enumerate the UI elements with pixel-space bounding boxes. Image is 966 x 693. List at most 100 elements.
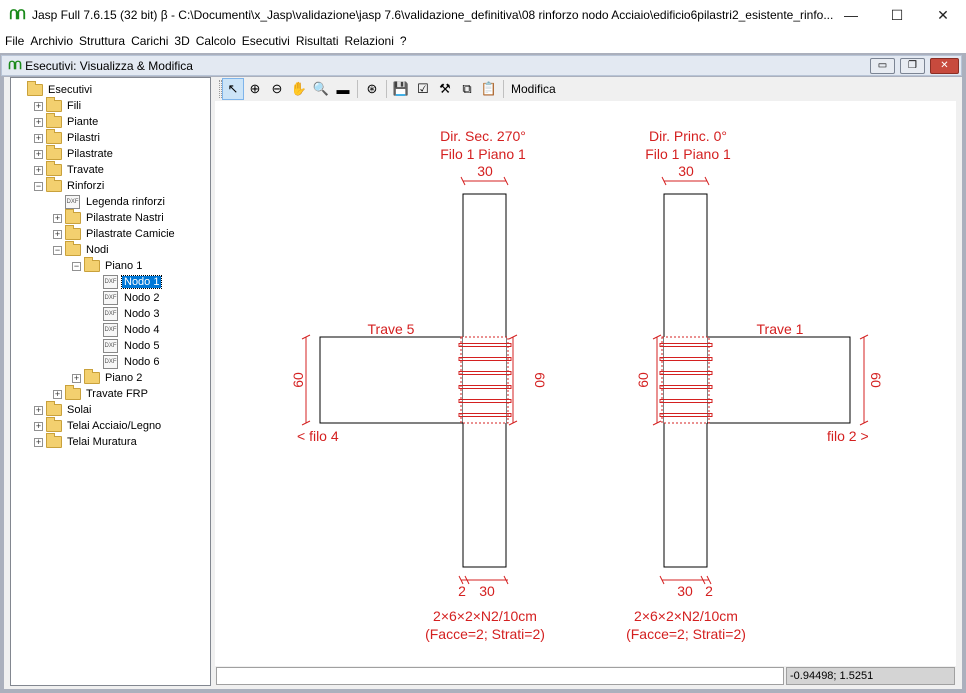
- tree-item-travate-frp[interactable]: + Travate FRP: [53, 385, 150, 402]
- right-beam: [706, 336, 851, 424]
- drawing-svg: Dir. Sec. 270° Filo 1 Piano 1 30 Trave 5…: [290, 128, 884, 642]
- right-beam-height: 60: [868, 372, 884, 388]
- expand-icon[interactable]: +: [34, 405, 43, 415]
- modifica-label[interactable]: Modifica: [511, 82, 556, 96]
- tree-item-solai[interactable]: + Solai: [34, 401, 93, 418]
- app-title-bar: ՈՈ Jasp Full 7.6.15 (32 bit) β - C:\Docu…: [0, 0, 966, 30]
- left-rebar-spec: 2×6×2×N2/10cm: [433, 608, 537, 624]
- tree-item-label: Rinforzi: [67, 180, 105, 192]
- tree-item-fili[interactable]: + Fili: [34, 97, 83, 114]
- tree-item-esecutivi[interactable]: Esecutivi: [15, 81, 94, 98]
- expand-icon[interactable]: +: [34, 117, 43, 127]
- dxf-file-icon: DXF: [103, 323, 118, 337]
- settings-icon[interactable]: ⚒: [434, 78, 456, 100]
- expand-icon[interactable]: +: [34, 149, 43, 159]
- menu-3d[interactable]: 3D: [171, 34, 192, 48]
- folder-icon: [84, 369, 100, 384]
- paste-icon[interactable]: 📋: [478, 78, 500, 100]
- tree-item-nodi[interactable]: − Nodi: [53, 241, 111, 258]
- tree-item-piano-1[interactable]: − Piano 1: [72, 257, 144, 274]
- right-filo-piano: Filo 1 Piano 1: [645, 146, 731, 162]
- mdi-area: ՈՈ Esecutivi: Visualizza & Modifica ▭ ❐ …: [0, 53, 966, 693]
- child-restore-button[interactable]: ❐: [900, 58, 925, 74]
- tree-item-nodo-6[interactable]: DXF Nodo 6: [91, 354, 161, 370]
- tree-item-piano-2[interactable]: + Piano 2: [72, 369, 144, 386]
- zoom-in-icon[interactable]: ⊕: [244, 78, 266, 100]
- tree-item-label: Nodo 6: [124, 356, 160, 368]
- tree-item-pilastrate-camicie[interactable]: + Pilastrate Camicie: [53, 225, 177, 242]
- toolbar-separator: [503, 80, 504, 98]
- expand-icon[interactable]: +: [34, 165, 43, 175]
- tree-item-telai-acciaio-legno[interactable]: + Telai Acciaio/Legno: [34, 417, 163, 434]
- pointer-icon[interactable]: ↖: [222, 78, 244, 100]
- menu-calcolo[interactable]: Calcolo: [193, 34, 239, 48]
- menu-risultati[interactable]: Risultati: [293, 34, 342, 48]
- status-coordinates: -0.94498; 1.5251: [786, 667, 955, 685]
- expand-icon[interactable]: +: [53, 229, 62, 239]
- tree-item-nodo-4[interactable]: DXF Nodo 4: [91, 322, 161, 338]
- tree-item-label: Nodo 1: [120, 275, 163, 289]
- maximize-button[interactable]: ☐: [874, 0, 920, 30]
- menu-struttura[interactable]: Struttura: [76, 34, 128, 48]
- expand-icon[interactable]: +: [53, 213, 62, 223]
- minimize-button[interactable]: —: [828, 0, 874, 30]
- tree-item-label: Nodo 5: [124, 340, 160, 352]
- tree-item-label: Piano 1: [105, 260, 143, 272]
- menu-carichi[interactable]: Carichi: [128, 34, 171, 48]
- tree-item-rinforzi[interactable]: − Rinforzi: [34, 177, 106, 194]
- expand-icon[interactable]: +: [72, 373, 81, 383]
- menu-relazioni[interactable]: Relazioni: [342, 34, 397, 48]
- tree-item-pilastrate[interactable]: + Pilastrate: [34, 145, 115, 162]
- drawing-canvas[interactable]: Dir. Sec. 270° Filo 1 Piano 1 30 Trave 5…: [215, 101, 956, 666]
- window-title: Jasp Full 7.6.15 (32 bit) β - C:\Documen…: [32, 8, 834, 22]
- menu-file[interactable]: File: [2, 34, 27, 48]
- tree-item-nodo-1[interactable]: DXF Nodo 1: [91, 274, 163, 290]
- copy-icon[interactable]: ⧉: [456, 78, 478, 100]
- child-window-title-bar: ՈՈ Esecutivi: Visualizza & Modifica ▭ ❐ …: [1, 55, 962, 76]
- zoom-extents-icon[interactable]: ⊛: [361, 78, 383, 100]
- tree-item-nodo-2[interactable]: DXF Nodo 2: [91, 290, 161, 306]
- tree-item-legenda-rinforzi[interactable]: DXF Legenda rinforzi: [53, 194, 167, 210]
- tree-item-pilastrate-nastri[interactable]: + Pilastrate Nastri: [53, 209, 166, 226]
- folder-icon: [46, 417, 62, 432]
- expand-icon[interactable]: +: [34, 421, 43, 431]
- child-minimize-button[interactable]: ▭: [870, 58, 895, 74]
- expand-icon[interactable]: +: [53, 389, 62, 399]
- tree-item-label: Telai Muratura: [67, 436, 137, 448]
- menu-archivio[interactable]: Archivio: [27, 34, 76, 48]
- collapse-icon[interactable]: −: [53, 245, 62, 255]
- zoom-window-icon[interactable]: 🔍: [310, 78, 332, 100]
- collapse-icon[interactable]: −: [72, 261, 81, 271]
- save-icon[interactable]: 💾: [390, 78, 412, 100]
- menu-help[interactable]: ?: [397, 34, 410, 48]
- collapse-icon[interactable]: −: [34, 181, 43, 191]
- expand-icon[interactable]: +: [34, 437, 43, 447]
- edit-icon[interactable]: ☑: [412, 78, 434, 100]
- child-close-button[interactable]: ✕: [930, 58, 959, 74]
- right-beam-label: Trave 1: [757, 321, 804, 337]
- tree-item-label: Piano 2: [105, 372, 143, 384]
- right-bottom-offset: 2: [705, 583, 713, 599]
- tree-item-piante[interactable]: + Piante: [34, 113, 100, 130]
- tree-item-label: Pilastrate Nastri: [86, 212, 164, 224]
- zoom-out-icon[interactable]: ⊖: [266, 78, 288, 100]
- right-bottom-width: 30: [677, 583, 693, 599]
- expand-icon[interactable]: +: [34, 133, 43, 143]
- pan-icon[interactable]: ✋: [288, 78, 310, 100]
- tree-item-travate[interactable]: + Travate: [34, 161, 106, 178]
- menu-esecutivi[interactable]: Esecutivi: [239, 34, 293, 48]
- tree-item-label: Travate: [67, 164, 104, 176]
- tree-item-nodo-3[interactable]: DXF Nodo 3: [91, 306, 161, 322]
- measure-icon[interactable]: ▬: [332, 78, 354, 100]
- folder-icon: [46, 145, 62, 160]
- child-window-title: Esecutivi: Visualizza & Modifica: [25, 58, 193, 73]
- app-logo-icon: ՈՈ: [9, 7, 26, 22]
- tree-item-nodo-5[interactable]: DXF Nodo 5: [91, 338, 161, 354]
- child-logo-icon: ՈՈ: [8, 60, 22, 72]
- close-button[interactable]: ✕: [920, 0, 966, 30]
- expand-icon[interactable]: +: [34, 101, 43, 111]
- tree-item-pilastri[interactable]: + Pilastri: [34, 129, 102, 146]
- tree-item-telai-muratura[interactable]: + Telai Muratura: [34, 433, 139, 450]
- tree-view[interactable]: Esecutivi + Fili + Piante + Pilastri + Pilastrat…: [10, 77, 211, 686]
- left-dir-label: Dir. Sec. 270°: [440, 128, 526, 144]
